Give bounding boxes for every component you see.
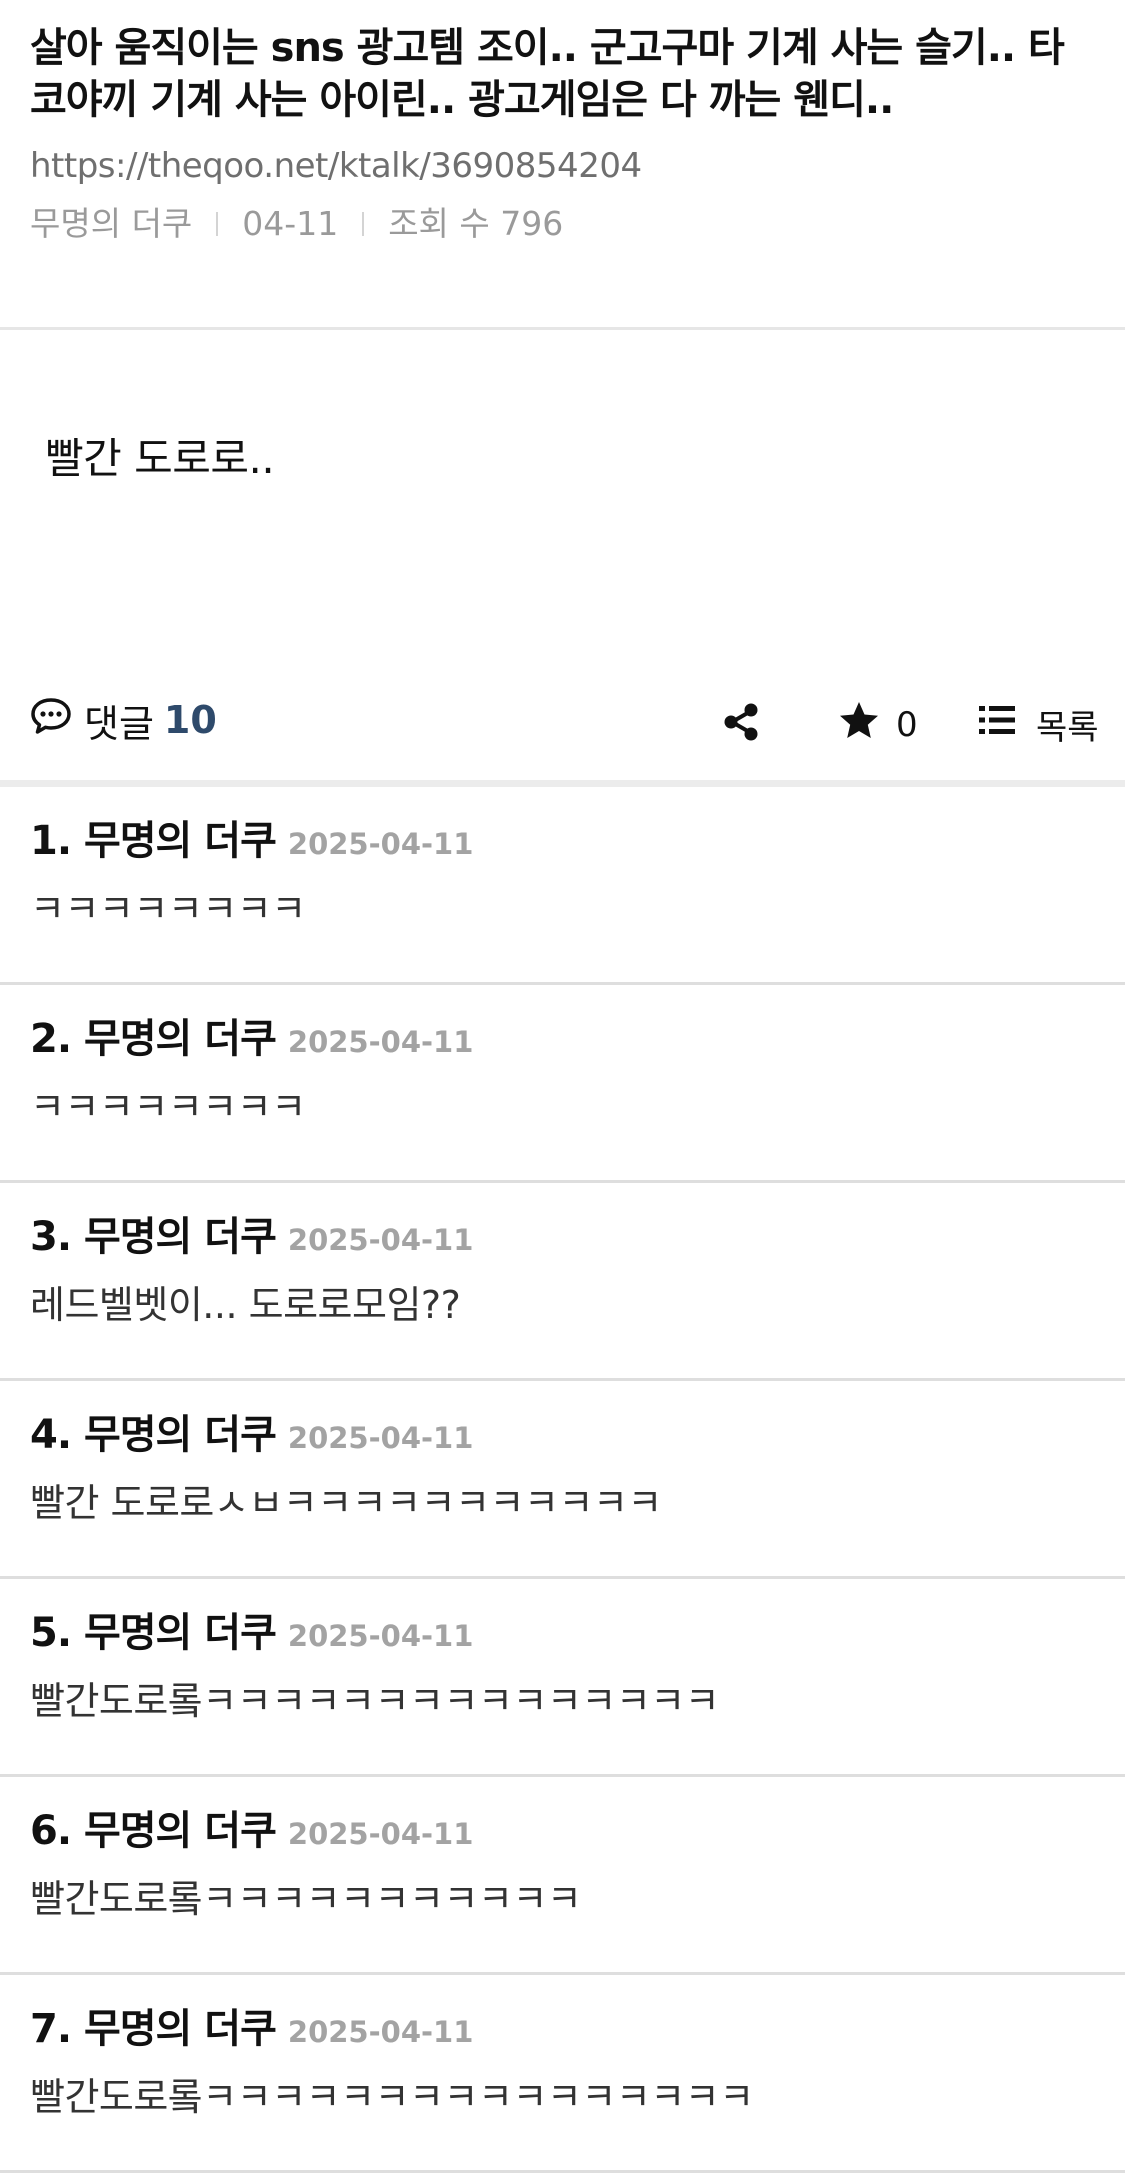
share-button[interactable] (720, 700, 764, 744)
comment-header: 4. 무명의 더쿠 2025-04-11 (30, 1407, 1095, 1466)
comment-header: 5. 무명의 더쿠 2025-04-11 (30, 1605, 1095, 1664)
comment-text: 레드벨벳이... 도로로모임?? (30, 1283, 461, 1327)
post-meta: 무명의 더쿠 04-11 조회 수 796 (30, 202, 1095, 246)
comment-item: 5. 무명의 더쿠 2025-04-11 빨간도로롴ㅋㅋㅋㅋㅋㅋㅋㅋㅋㅋㅋㅋㅋㅋ… (0, 1579, 1125, 1777)
comment-date: 2025-04-11 (287, 1223, 474, 1257)
post-header: 살아 움직이는 sns 광고템 조이.. 군고구마 기계 사는 슬기.. 타코야… (0, 0, 1125, 330)
comment-author: 4. 무명의 더쿠 (30, 1412, 277, 1458)
comment-header: 6. 무명의 더쿠 2025-04-11 (30, 1803, 1095, 1862)
list-button[interactable]: 목록 (978, 700, 1099, 749)
comment-item: 2. 무명의 더쿠 2025-04-11 ㅋㅋㅋㅋㅋㅋㅋㅋ (0, 985, 1125, 1183)
comment-header: 1. 무명의 더쿠 2025-04-11 (30, 813, 1095, 872)
comment-author: 3. 무명의 더쿠 (30, 1214, 277, 1260)
post-title: 살아 움직이는 sns 광고템 조이.. 군고구마 기계 사는 슬기.. 타코야… (30, 25, 1065, 123)
share-icon (720, 703, 764, 748)
post-date: 04-11 (242, 204, 339, 243)
comment-author: 6. 무명의 더쿠 (30, 1808, 277, 1854)
comment-text: ㅋㅋㅋㅋㅋㅋㅋㅋ (30, 1085, 306, 1129)
comment-author: 2. 무명의 더쿠 (30, 1016, 277, 1062)
comment-author: 7. 무명의 더쿠 (30, 2006, 277, 2052)
recommend-count: 0 (896, 704, 918, 745)
comment-author: 1. 무명의 더쿠 (30, 818, 277, 864)
star-icon (838, 700, 880, 749)
comment-icon (30, 697, 72, 744)
post-author: 무명의 더쿠 (30, 204, 193, 243)
post-body-text: 빨간 도로로.. (45, 434, 275, 483)
comment-item: 3. 무명의 더쿠 2025-04-11 레드벨벳이... 도로로모임?? (0, 1183, 1125, 1381)
post-views: 조회 수 796 (388, 204, 564, 243)
meta-divider (216, 212, 219, 236)
comment-count-number: 10 (163, 698, 217, 742)
comment-text: 빨간도로롴ㅋㅋㅋㅋㅋㅋㅋㅋㅋㅋㅋ (30, 1877, 582, 1921)
post-body: 빨간 도로로.. (0, 330, 1125, 660)
comment-item: 1. 무명의 더쿠 2025-04-11 ㅋㅋㅋㅋㅋㅋㅋㅋ (0, 787, 1125, 985)
meta-divider (362, 212, 365, 236)
list-icon (978, 703, 1016, 746)
comment-text: 빨간도로롴ㅋㅋㅋㅋㅋㅋㅋㅋㅋㅋㅋㅋㅋㅋㅋㅋ (30, 2075, 754, 2119)
comment-header: 2. 무명의 더쿠 2025-04-11 (30, 1011, 1095, 1070)
comment-date: 2025-04-11 (287, 1619, 474, 1653)
post-url[interactable]: https://theqoo.net/ktalk/3690854204 (30, 144, 1095, 188)
comment-author: 5. 무명의 더쿠 (30, 1610, 277, 1656)
comment-date: 2025-04-11 (287, 1421, 474, 1455)
comment-text: 빨간도로롴ㅋㅋㅋㅋㅋㅋㅋㅋㅋㅋㅋㅋㅋㅋㅋ (30, 1679, 720, 1723)
comment-date: 2025-04-11 (287, 827, 474, 861)
list-label: 목록 (1036, 708, 1099, 748)
comment-item: 4. 무명의 더쿠 2025-04-11 빨간 도로로ㅅㅂㅋㅋㅋㅋㅋㅋㅋㅋㅋㅋㅋ (0, 1381, 1125, 1579)
comment-text: 빨간 도로로ㅅㅂㅋㅋㅋㅋㅋㅋㅋㅋㅋㅋㅋ (30, 1481, 662, 1525)
comment-count[interactable]: 댓글 10 (30, 693, 217, 748)
comment-date: 2025-04-11 (287, 1025, 474, 1059)
comment-item: 7. 무명의 더쿠 2025-04-11 빨간도로롴ㅋㅋㅋㅋㅋㅋㅋㅋㅋㅋㅋㅋㅋㅋ… (0, 1975, 1125, 2173)
comment-date: 2025-04-11 (287, 1817, 474, 1851)
comment-list: 1. 무명의 더쿠 2025-04-11 ㅋㅋㅋㅋㅋㅋㅋㅋ 2. 무명의 더쿠 … (0, 787, 1125, 2173)
comment-header: 7. 무명의 더쿠 2025-04-11 (30, 2001, 1095, 2060)
recommend-button[interactable]: 0 (838, 700, 918, 749)
comment-date: 2025-04-11 (287, 2015, 474, 2049)
comment-item: 6. 무명의 더쿠 2025-04-11 빨간도로롴ㅋㅋㅋㅋㅋㅋㅋㅋㅋㅋㅋ (0, 1777, 1125, 1975)
comment-label: 댓글 (84, 701, 154, 746)
comment-header: 3. 무명의 더쿠 2025-04-11 (30, 1209, 1095, 1268)
comment-text: ㅋㅋㅋㅋㅋㅋㅋㅋ (30, 887, 306, 931)
post-action-bar: 댓글 10 0 목록 (0, 660, 1125, 787)
